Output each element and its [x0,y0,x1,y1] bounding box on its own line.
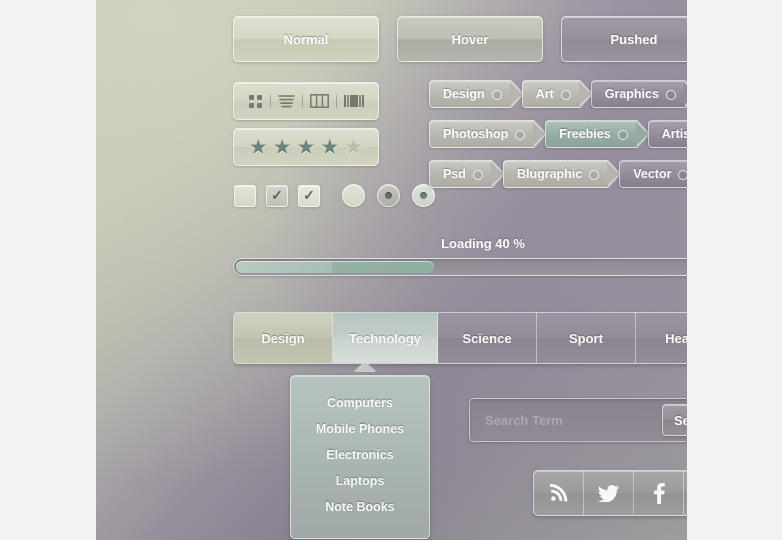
tag-hole-icon [678,170,687,180]
dribbble-icon[interactable] [684,471,687,515]
tag-row: Psd Blugraphic Vector [429,160,687,188]
tab-technology[interactable]: Technology [333,313,438,363]
tag-hole-icon [515,130,525,140]
column-view-icon[interactable] [310,94,329,108]
tag-point [685,80,687,108]
dropdown-item-note-books[interactable]: Note Books [291,494,429,520]
grid-view-icon[interactable] [248,94,263,109]
rss-icon[interactable] [534,471,584,515]
checkbox-unchecked[interactable] [234,185,256,207]
tag-label: Vector [633,167,671,181]
tab-health[interactable]: Health [636,313,687,363]
tag-hole-icon [473,170,483,180]
view-mode-toolbar [233,82,379,120]
pushed-button[interactable]: Pushed [561,16,687,62]
tag-graphics[interactable]: Graphics [591,80,685,108]
star-rating: ★ ★ ★ ★ ★ [233,128,379,166]
tag-label: Freebies [559,127,610,141]
checkbox-checked-dark[interactable]: ✓ [266,185,288,207]
checkbox-checked-light[interactable]: ✓ [298,185,320,207]
search-button-label: Search [674,413,687,428]
star-4[interactable]: ★ [320,137,339,158]
tag-psd[interactable]: Psd [429,160,492,188]
gallery-view-icon[interactable] [344,94,364,108]
tag-label: Blugraphic [517,167,582,181]
dropdown-item-computers[interactable]: Computers [291,390,429,416]
hover-button[interactable]: Hover [397,16,543,62]
dropdown-item-electronics[interactable]: Electronics [291,442,429,468]
star-5[interactable]: ★ [344,137,363,158]
tag-label: Artistic [662,127,687,141]
progress-bar[interactable] [233,258,687,276]
tab-design[interactable]: Design [234,313,333,363]
form-controls-row: ✓ ✓ [234,184,435,207]
tag-vector[interactable]: Vector [619,160,687,188]
normal-button[interactable]: Normal [233,16,379,62]
dropdown-menu: Computers Mobile Phones Electronics Lapt… [290,375,430,539]
search-button[interactable]: Search [662,404,687,436]
search-input[interactable] [475,412,662,429]
radio-empty[interactable] [342,184,365,207]
star-3[interactable]: ★ [297,137,316,158]
progress-label: Loading 40 % [233,236,687,251]
tag-artistic[interactable]: Artistic [648,120,687,148]
star-1[interactable]: ★ [249,137,268,158]
tag-hole-icon [589,170,599,180]
tag-hole-icon [618,130,628,140]
tag-list: Design Art Graphics Photoshop Freebies A… [429,80,687,200]
radio-group [342,184,435,207]
radio-selected-dark[interactable] [377,184,400,207]
radio-dot [420,192,427,199]
tag-hole-icon [666,90,676,100]
list-view-icon[interactable] [278,94,295,108]
tag-photoshop[interactable]: Photoshop [429,120,534,148]
tag-label: Photoshop [443,127,508,141]
radio-dot [385,192,392,199]
tag-label: Design [443,87,485,101]
tag-freebies[interactable]: Freebies [545,120,636,148]
social-bar [533,470,687,516]
dropdown-item-laptops[interactable]: Laptops [291,468,429,494]
tab-sport[interactable]: Sport [537,313,636,363]
tag-row: Design Art Graphics [429,80,687,108]
search-bar: Search [469,398,687,442]
toolbar-divider [270,95,271,108]
tag-design[interactable]: Design [429,80,511,108]
tag-hole-icon [561,90,571,100]
tag-label: Psd [443,167,466,181]
progress-fill [236,261,434,273]
facebook-icon[interactable] [634,471,684,515]
screenshot-root: { "buttons": { "normal": "Normal", "hove… [0,0,782,540]
star-2[interactable]: ★ [273,137,292,158]
toolbar-divider [336,95,337,108]
twitter-icon[interactable] [584,471,634,515]
dropdown-pointer-icon [354,362,376,372]
dropdown-item-mobile-phones[interactable]: Mobile Phones [291,416,429,442]
nav-tabs: Design Technology Science Sport Health E… [233,312,687,364]
tag-label: Art [536,87,554,101]
tag-blugraphic[interactable]: Blugraphic [503,160,608,188]
toolbar-divider [302,95,303,108]
tag-label: Graphics [605,87,659,101]
tag-hole-icon [492,90,502,100]
tag-art[interactable]: Art [522,80,580,108]
tab-science[interactable]: Science [438,313,537,363]
tag-row: Photoshop Freebies Artistic [429,120,687,148]
ui-kit-canvas: { "buttons": { "normal": "Normal", "hove… [96,0,687,540]
button-state-row: Normal Hover Pushed [233,16,687,62]
